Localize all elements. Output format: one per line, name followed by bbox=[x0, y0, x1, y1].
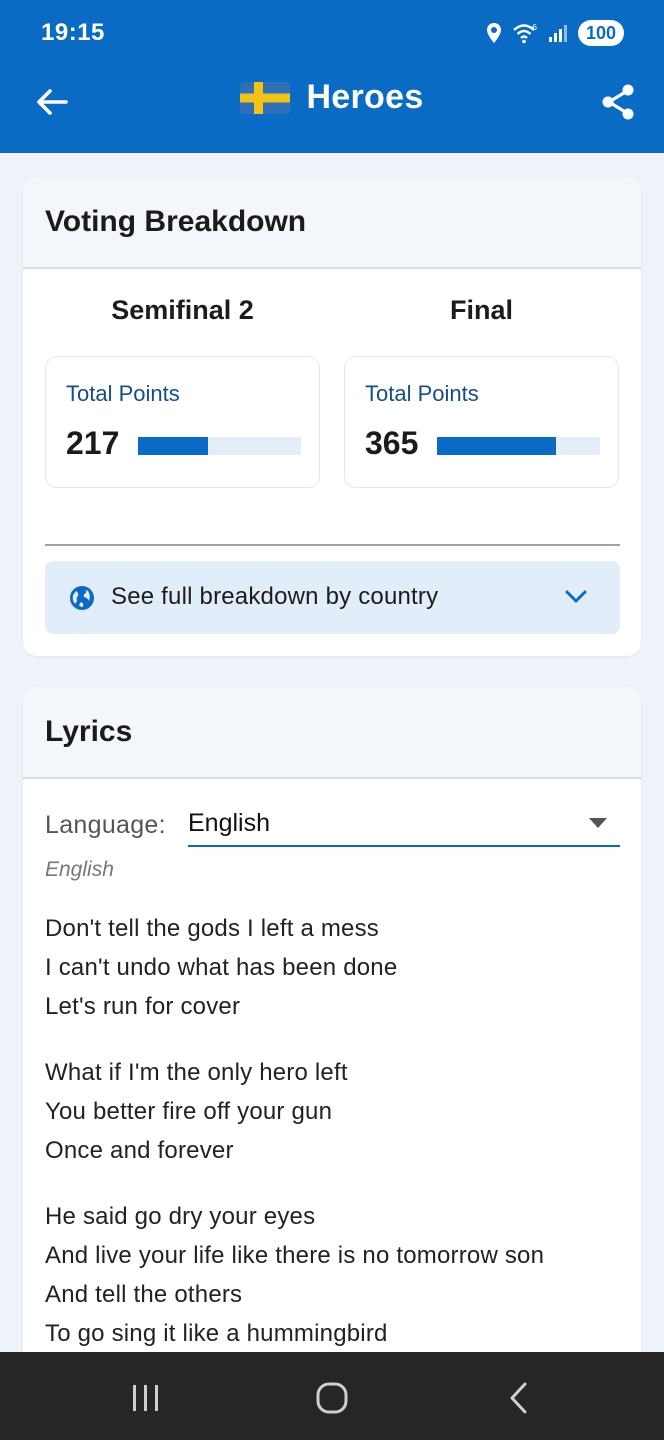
lyrics-stanza: Don't tell the gods I left a mess I can'… bbox=[45, 909, 544, 1026]
dropdown-arrow-icon bbox=[589, 818, 607, 828]
title-group: Heroes bbox=[0, 78, 664, 117]
lyrics-card-title: Lyrics bbox=[45, 715, 133, 748]
language-label: Language: bbox=[45, 811, 166, 839]
location-icon bbox=[486, 23, 501, 43]
country-breakdown-label: See full breakdown by country bbox=[111, 583, 439, 610]
points-bar bbox=[138, 437, 301, 455]
points-bar-fill bbox=[138, 437, 209, 455]
lyrics-text: Don't tell the gods I left a mess I can'… bbox=[45, 909, 544, 1380]
globe-icon bbox=[70, 586, 94, 610]
status-icons: 6 100 bbox=[486, 19, 624, 47]
stage-label-semifinal: Semifinal 2 bbox=[111, 295, 254, 325]
system-back-button[interactable] bbox=[488, 1370, 548, 1426]
lyric-line: You better fire off your gun bbox=[45, 1098, 333, 1125]
points-label: Total Points bbox=[66, 381, 180, 406]
voting-card-title: Voting Breakdown bbox=[45, 205, 307, 238]
page-title: Heroes bbox=[306, 78, 424, 116]
lyric-line: He said go dry your eyes bbox=[45, 1203, 316, 1230]
system-nav-bar bbox=[0, 1352, 664, 1440]
points-label: Total Points bbox=[365, 381, 479, 406]
lyric-line: And tell the others bbox=[45, 1281, 243, 1308]
points-bar bbox=[437, 437, 600, 455]
svg-text:6: 6 bbox=[532, 23, 537, 32]
lyric-line: Don't tell the gods I left a mess bbox=[45, 915, 380, 942]
lyrics-card: Lyrics Language: English English Don't t… bbox=[23, 687, 641, 1387]
home-button[interactable] bbox=[302, 1370, 362, 1426]
voting-card-header: Voting Breakdown bbox=[23, 177, 641, 269]
country-breakdown-button[interactable]: See full breakdown by country bbox=[45, 561, 620, 634]
section-divider bbox=[45, 544, 620, 546]
points-bar-fill bbox=[437, 437, 556, 455]
voting-breakdown-card: Voting Breakdown Semifinal 2 Final Total… bbox=[23, 177, 641, 656]
signal-icon bbox=[548, 25, 567, 42]
lyrics-stanza: What if I'm the only hero left You bette… bbox=[45, 1053, 544, 1170]
lyrics-card-header: Lyrics bbox=[23, 687, 641, 779]
lyrics-stanza: He said go dry your eyes And live your l… bbox=[45, 1197, 544, 1353]
app-bar: 19:15 6 100 Heroes bbox=[0, 0, 664, 153]
language-caption: English bbox=[45, 858, 114, 881]
wifi-icon: 6 bbox=[513, 23, 537, 44]
status-bar: 19:15 6 100 bbox=[0, 0, 664, 66]
lyric-line: To go sing it like a hummingbird bbox=[45, 1320, 388, 1347]
points-value: 365 bbox=[365, 425, 419, 461]
language-select-value: English bbox=[188, 809, 270, 837]
chevron-down-icon bbox=[565, 590, 587, 603]
lyric-line: Once and forever bbox=[45, 1137, 234, 1164]
sweden-flag-icon bbox=[240, 81, 291, 114]
stage-label-final: Final bbox=[449, 295, 513, 325]
language-select[interactable]: English bbox=[188, 799, 620, 847]
semifinal-points-box: Total Points 217 bbox=[45, 356, 320, 488]
lyric-line: What if I'm the only hero left bbox=[45, 1059, 348, 1086]
share-button[interactable] bbox=[596, 80, 640, 124]
home-icon bbox=[316, 1382, 348, 1414]
lyric-line: Let's run for cover bbox=[45, 993, 241, 1020]
share-icon bbox=[602, 84, 634, 120]
status-time: 19:15 bbox=[41, 19, 105, 46]
recent-apps-button[interactable] bbox=[116, 1370, 176, 1426]
recent-apps-icon bbox=[133, 1385, 158, 1411]
back-chevron-icon bbox=[510, 1382, 527, 1414]
lyric-line: I can't undo what has been done bbox=[45, 954, 398, 981]
lyric-line: And live your life like there is no tomo… bbox=[45, 1242, 545, 1269]
points-value: 217 bbox=[66, 425, 120, 461]
battery-indicator: 100 bbox=[577, 20, 624, 46]
final-points-box: Total Points 365 bbox=[344, 356, 619, 488]
